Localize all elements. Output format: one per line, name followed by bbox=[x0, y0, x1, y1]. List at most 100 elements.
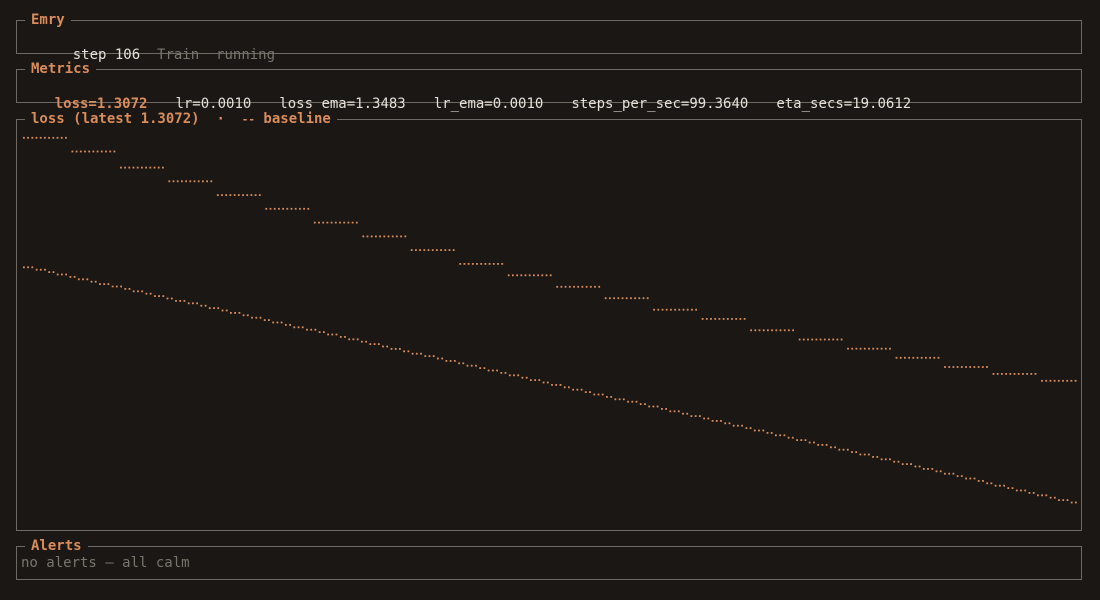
baseline-point bbox=[242, 194, 244, 196]
baseline-point bbox=[908, 356, 910, 359]
loss-point bbox=[1015, 489, 1018, 492]
baseline-point bbox=[423, 249, 426, 251]
loss-point bbox=[403, 350, 405, 353]
loss-point bbox=[576, 388, 579, 391]
loss-point bbox=[1062, 499, 1065, 501]
loss-point bbox=[259, 316, 262, 319]
baseline-point bbox=[851, 347, 854, 350]
baseline-point bbox=[863, 347, 866, 350]
baseline-point bbox=[79, 150, 82, 153]
baseline-point bbox=[120, 166, 122, 169]
loss-point bbox=[551, 384, 553, 386]
baseline-point bbox=[419, 249, 421, 251]
baseline-point bbox=[904, 356, 906, 359]
baseline-point bbox=[27, 136, 29, 139]
baseline-point bbox=[665, 308, 668, 311]
loss-point bbox=[563, 386, 566, 389]
baseline-point bbox=[604, 297, 607, 300]
baseline-point bbox=[254, 194, 257, 196]
loss-point bbox=[555, 384, 558, 386]
baseline-point bbox=[206, 180, 208, 183]
loss-point bbox=[56, 273, 59, 276]
baseline-point bbox=[185, 180, 187, 183]
loss-point bbox=[618, 398, 621, 401]
loss-point bbox=[952, 472, 955, 475]
loss-point bbox=[703, 417, 705, 420]
loss-point bbox=[800, 439, 803, 441]
baseline-point bbox=[541, 274, 544, 277]
baseline-point bbox=[370, 235, 373, 238]
baseline-point bbox=[216, 194, 219, 196]
loss-point bbox=[648, 405, 651, 408]
baseline-point bbox=[124, 166, 126, 169]
baseline-point bbox=[691, 308, 693, 311]
baseline-point bbox=[278, 207, 280, 210]
loss-point bbox=[732, 424, 735, 427]
baseline-point bbox=[682, 308, 685, 311]
baseline-point bbox=[507, 274, 510, 277]
baseline-point bbox=[792, 329, 794, 332]
baseline-point bbox=[440, 249, 442, 251]
loss-point bbox=[525, 376, 528, 379]
baseline-point bbox=[1066, 379, 1069, 382]
loss-point bbox=[251, 316, 253, 319]
baseline-point bbox=[718, 318, 721, 320]
loss-point bbox=[821, 444, 824, 446]
loss-point bbox=[437, 357, 439, 360]
baseline-point bbox=[855, 347, 858, 350]
loss-point bbox=[956, 475, 959, 477]
loss-point bbox=[690, 415, 693, 417]
loss-point bbox=[225, 309, 228, 312]
baseline-point bbox=[828, 338, 830, 341]
loss-point bbox=[470, 364, 473, 367]
baseline-point bbox=[492, 263, 495, 265]
loss-point bbox=[48, 271, 51, 273]
loss-point bbox=[593, 393, 596, 396]
loss-point bbox=[842, 448, 845, 451]
baseline-point bbox=[609, 297, 611, 300]
loss-point bbox=[766, 432, 769, 434]
loss-point bbox=[128, 288, 131, 290]
baseline-point bbox=[686, 308, 689, 311]
loss-point bbox=[318, 331, 321, 333]
loss-point bbox=[922, 468, 925, 470]
loss-point bbox=[749, 427, 752, 429]
loss-point bbox=[1075, 501, 1077, 504]
loss-point bbox=[851, 451, 853, 453]
baseline-point bbox=[512, 274, 514, 277]
baseline-point bbox=[798, 338, 801, 341]
loss-point bbox=[77, 278, 80, 281]
loss-point bbox=[411, 352, 414, 355]
loss-point bbox=[145, 292, 148, 295]
loss-point bbox=[580, 388, 583, 391]
baseline-point bbox=[912, 356, 915, 359]
baseline-point bbox=[992, 373, 995, 375]
loss-point bbox=[39, 268, 42, 271]
baseline-point bbox=[594, 285, 596, 288]
baseline-point bbox=[585, 285, 588, 288]
loss-point bbox=[863, 453, 866, 456]
baseline-point bbox=[847, 347, 849, 350]
baseline-point bbox=[172, 180, 175, 183]
baseline-point bbox=[549, 274, 552, 277]
baseline-point bbox=[807, 338, 809, 341]
loss-point bbox=[859, 453, 862, 456]
loss-point bbox=[94, 280, 97, 283]
loss-point bbox=[521, 376, 524, 379]
baseline-point bbox=[779, 329, 782, 332]
loss-point bbox=[335, 333, 338, 336]
baseline-point bbox=[362, 235, 365, 238]
loss-point bbox=[513, 374, 515, 377]
baseline-point bbox=[872, 347, 875, 350]
baseline-point bbox=[157, 166, 160, 169]
loss-point bbox=[969, 477, 972, 480]
loss-point bbox=[1041, 494, 1043, 497]
loss-chart bbox=[23, 136, 1077, 504]
baseline-point bbox=[657, 308, 660, 311]
baseline-point bbox=[996, 373, 999, 375]
loss-point bbox=[1020, 489, 1022, 492]
baseline-point bbox=[113, 150, 116, 153]
loss-point bbox=[606, 396, 608, 398]
loss-point bbox=[369, 343, 372, 345]
loss-point bbox=[711, 420, 714, 422]
